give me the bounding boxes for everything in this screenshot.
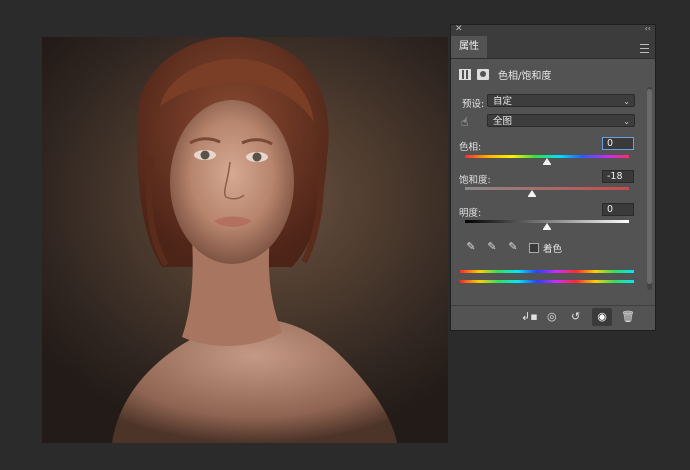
tab-properties[interactable]: 属性 [451,36,487,58]
eyedropper-group: ✎ ✎ ✎ [465,240,519,253]
panel-titlebar: ✕ ‹‹ [451,24,655,36]
reset-icon[interactable]: ↺ [571,310,580,323]
close-icon[interactable]: ✕ [455,24,463,34]
hue-input[interactable]: 0 [602,137,634,150]
lightness-input[interactable]: 0 [602,203,634,216]
chevron-down-icon: ⌄ [623,117,630,126]
adjustment-title: 色相/饱和度 [498,70,552,82]
document-canvas[interactable] [42,37,448,443]
eyedropper-icon[interactable]: ✎ [465,240,477,253]
panel-scrollbar[interactable] [647,87,652,290]
preset-value: 自定 [493,96,513,107]
preset-dropdown[interactable]: 自定 ⌄ [487,94,635,107]
adjustment-layer-icon[interactable] [459,68,471,80]
panel-menu-icon[interactable] [640,44,649,53]
lightness-label: 明度: [459,208,482,219]
chevron-down-icon: ⌄ [623,97,630,106]
panel-bottom-toolbar: ↲▪ ◎ ↺ ◉ 🗑 [451,305,655,330]
input-color-range-bar [460,270,634,273]
saturation-label: 饱和度: [459,175,491,186]
targeted-adjustment-hand-icon[interactable]: ☝ [461,115,468,129]
eyedropper-plus-icon[interactable]: ✎ [486,240,498,253]
saturation-slider-thumb[interactable] [528,190,537,197]
channel-value: 全图 [493,116,513,127]
eyedropper-minus-icon[interactable]: ✎ [507,240,519,253]
saturation-input[interactable]: -18 [602,170,634,183]
colorize-option[interactable]: 着色 [529,241,562,255]
panel-tab-row: 属性 [451,36,655,59]
adjustment-header: 色相/饱和度 [459,66,551,82]
channel-dropdown[interactable]: 全图 ⌄ [487,114,635,127]
clip-to-layer-icon[interactable]: ↲▪ [521,310,538,323]
hue-label: 色相: [459,142,482,153]
collapse-icon[interactable]: ‹‹ [645,24,651,33]
scrollbar-thumb[interactable] [647,89,652,284]
lightness-slider-thumb[interactable] [543,223,551,230]
trash-icon[interactable]: 🗑 [621,310,635,323]
preset-label: 预设: [462,99,485,110]
properties-panel: ✕ ‹‹ 属性 色相/饱和度 预设: 自定 ⌄ ☝ 全图 ⌄ 色相: 0 饱和度… [451,24,655,330]
colorize-checkbox[interactable] [529,243,539,253]
eye-icon[interactable]: ◉ [592,308,612,326]
output-color-range-bar [460,280,634,283]
hue-slider-thumb[interactable] [543,158,551,165]
view-previous-icon[interactable]: ◎ [547,310,557,323]
saturation-slider[interactable] [465,187,629,190]
portrait-photo [112,37,397,443]
colorize-label: 着色 [543,244,563,255]
mask-icon[interactable] [477,68,489,80]
